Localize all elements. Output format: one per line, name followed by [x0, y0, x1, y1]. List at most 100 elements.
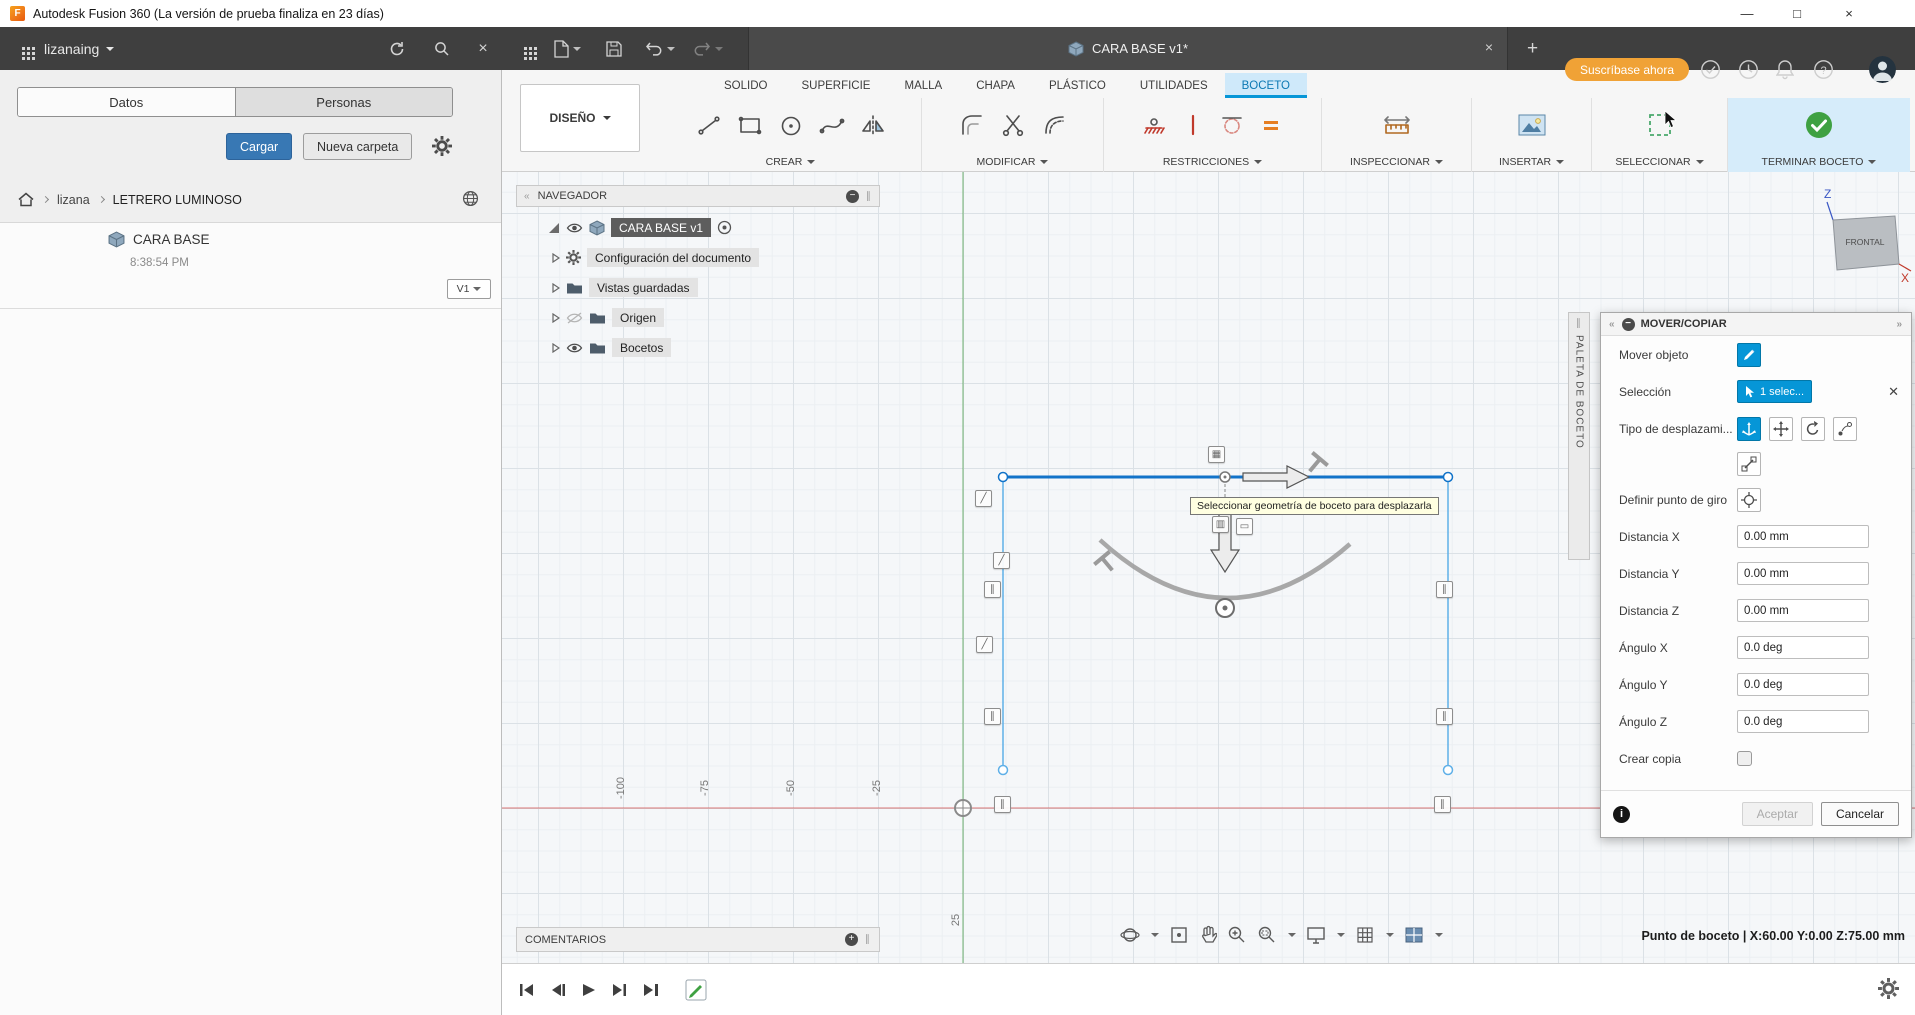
history-clock-icon[interactable]: [1738, 59, 1759, 80]
accept-button[interactable]: Aceptar: [1741, 802, 1813, 826]
create-copy-checkbox[interactable]: [1737, 751, 1752, 766]
tree-item-label[interactable]: Origen: [612, 308, 665, 327]
tree-root-row[interactable]: CARA BASE v1: [548, 218, 732, 237]
new-tab-button[interactable]: +: [1520, 36, 1545, 61]
spline-tool-icon[interactable]: [819, 112, 845, 138]
constraint-icon[interactable]: ▥: [1212, 516, 1229, 533]
angle-z-input[interactable]: [1737, 710, 1869, 733]
tab-chapa[interactable]: CHAPA: [959, 73, 1032, 98]
set-pivot-button[interactable]: [1737, 487, 1761, 512]
tab-malla[interactable]: MALLA: [887, 73, 959, 98]
collapse-chevrons-icon[interactable]: «: [524, 191, 531, 202]
maximize-button[interactable]: □: [1774, 0, 1820, 26]
dialog-header[interactable]: « − MOVER/COPIAR »: [1601, 313, 1911, 336]
timeline-sketch-feature[interactable]: [684, 978, 708, 1002]
insert-image-icon[interactable]: [1518, 113, 1546, 137]
subscribe-button[interactable]: Suscríbase ahora: [1565, 58, 1689, 81]
chevron-down-icon[interactable]: [1151, 933, 1159, 937]
tree-root-label[interactable]: CARA BASE v1: [611, 218, 712, 237]
constraint-icon[interactable]: ╱: [993, 552, 1010, 569]
sketch-palette-collapsed[interactable]: ∥ PALETA DE BOCETO: [1568, 312, 1590, 560]
chevron-down-icon[interactable]: [1337, 933, 1345, 937]
constraint-icon[interactable]: ∥: [994, 796, 1011, 813]
offset-tool-icon[interactable]: [1041, 112, 1067, 138]
step-back-icon[interactable]: [546, 978, 570, 1002]
tab-personas[interactable]: Personas: [234, 88, 452, 116]
eye-icon[interactable]: [566, 342, 583, 354]
group-label-inspeccionar[interactable]: INSPECCIONAR: [1350, 156, 1430, 168]
job-status-icon[interactable]: [1700, 59, 1721, 80]
zoom-icon[interactable]: [1227, 925, 1247, 945]
rectangle-tool-icon[interactable]: [737, 112, 763, 138]
constraint-icon[interactable]: ╱: [976, 636, 993, 653]
viewports-icon[interactable]: [1404, 926, 1424, 944]
comments-bar[interactable]: COMENTARIOS + ∥: [516, 927, 880, 952]
pivot-point-handle[interactable]: [1215, 598, 1235, 618]
apps-grid-icon[interactable]: [514, 27, 536, 70]
skip-to-end-icon[interactable]: [639, 978, 663, 1002]
help-icon[interactable]: ?: [1813, 59, 1834, 80]
upload-button[interactable]: Cargar: [226, 133, 293, 160]
play-icon[interactable]: [577, 978, 601, 1002]
document-tab[interactable]: CARA BASE v1* ×: [748, 27, 1508, 70]
fillet-tool-icon[interactable]: [959, 112, 985, 138]
distance-x-input[interactable]: [1737, 525, 1869, 548]
chevron-down-icon[interactable]: [1386, 933, 1394, 937]
new-folder-button[interactable]: Nueva carpeta: [303, 133, 413, 160]
expand-arrow-icon[interactable]: [552, 252, 560, 263]
new-file-button[interactable]: [552, 27, 582, 70]
group-label-modificar[interactable]: MODIFICAR: [977, 156, 1036, 168]
display-settings-icon[interactable]: [1306, 926, 1326, 944]
equal-constraint-icon[interactable]: [1259, 113, 1283, 137]
tab-superficie[interactable]: SUPERFICIE: [784, 73, 887, 98]
constraint-icon[interactable]: ∥: [984, 581, 1001, 598]
angle-x-input[interactable]: [1737, 636, 1869, 659]
step-forward-icon[interactable]: [608, 978, 632, 1002]
avatar[interactable]: [1869, 56, 1896, 83]
chevron-down-icon[interactable]: [1435, 933, 1443, 937]
list-item[interactable]: CARA BASE: [108, 231, 210, 248]
close-tab-icon[interactable]: ×: [1485, 39, 1493, 55]
dock-right-icon[interactable]: »: [1896, 319, 1903, 330]
origin-marker[interactable]: [954, 799, 972, 817]
panel-settings-gear-icon[interactable]: [432, 136, 452, 156]
clear-selection-icon[interactable]: ✕: [1888, 384, 1899, 400]
tab-datos[interactable]: Datos: [18, 88, 235, 116]
constraint-icon[interactable]: ∥: [1434, 796, 1451, 813]
minus-circle-icon[interactable]: −: [846, 189, 859, 203]
home-icon[interactable]: [18, 192, 34, 207]
navigator-header[interactable]: « NAVEGADOR − ∥: [516, 185, 880, 207]
eye-icon[interactable]: [566, 222, 583, 234]
tree-row-document-settings[interactable]: Configuración del documento: [552, 248, 760, 267]
group-label-insertar[interactable]: INSERTAR: [1499, 156, 1551, 168]
close-panel-icon[interactable]: ×: [472, 27, 494, 70]
selection-chip[interactable]: 1 selec...: [1737, 380, 1813, 403]
workspace-dropdown[interactable]: DISEÑO: [520, 84, 640, 152]
tree-item-label[interactable]: Vistas guardadas: [589, 278, 698, 297]
distance-z-input[interactable]: [1737, 599, 1869, 622]
finish-sketch-check-icon[interactable]: [1803, 109, 1835, 141]
fixed-constraint-icon[interactable]: [1142, 113, 1166, 137]
constraint-icon[interactable]: ╱: [975, 490, 992, 507]
zoom-window-icon[interactable]: [1257, 925, 1277, 945]
refresh-icon[interactable]: [386, 27, 408, 70]
redo-button[interactable]: [692, 27, 724, 70]
search-icon[interactable]: [430, 27, 452, 70]
free-move-triad-button[interactable]: [1737, 416, 1761, 441]
group-label-restricciones[interactable]: RESTRICCIONES: [1163, 156, 1249, 168]
minimize-button[interactable]: —: [1724, 0, 1770, 26]
expand-arrow-icon[interactable]: [552, 282, 560, 293]
timeline-settings-gear-icon[interactable]: [1878, 978, 1899, 999]
tab-utilidades[interactable]: UTILIDADES: [1123, 73, 1225, 98]
chevron-down-icon[interactable]: [1288, 933, 1296, 937]
group-label-terminar[interactable]: TERMINAR BOCETO: [1762, 156, 1864, 168]
cancel-button[interactable]: Cancelar: [1820, 802, 1899, 826]
tree-row-sketches[interactable]: Bocetos: [552, 338, 672, 357]
translate-button[interactable]: [1769, 416, 1793, 441]
constraint-icon[interactable]: ▭: [1236, 518, 1253, 535]
tab-plastico[interactable]: PLÁSTICO: [1032, 73, 1123, 98]
skip-to-start-icon[interactable]: [515, 978, 539, 1002]
tab-boceto[interactable]: BOCETO: [1224, 73, 1307, 98]
grid-settings-icon[interactable]: [1355, 925, 1375, 945]
breadcrumb-root[interactable]: lizana: [57, 193, 90, 207]
